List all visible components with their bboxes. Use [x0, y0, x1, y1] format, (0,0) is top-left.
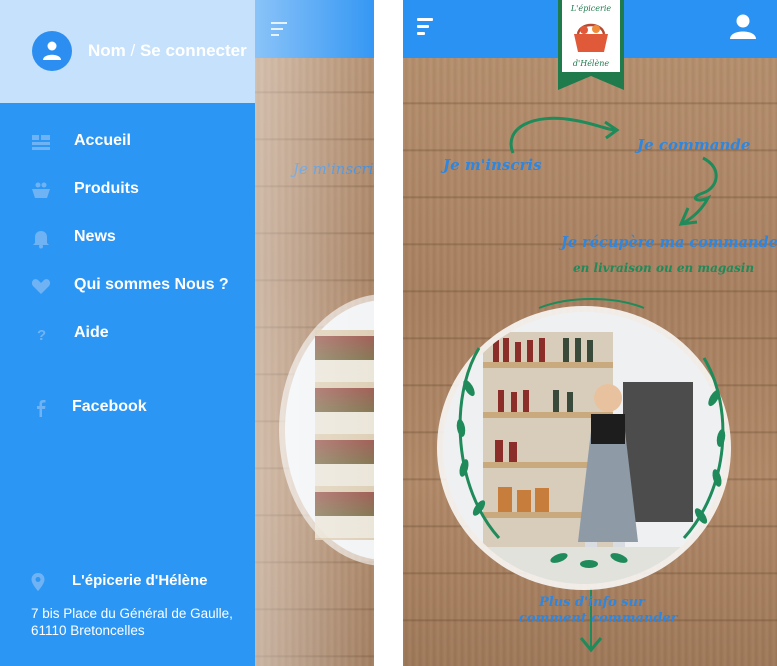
logo-text-bottom: d'Hélène — [573, 59, 609, 68]
drawer-item-produits[interactable]: Produits — [0, 175, 255, 205]
basket-icon — [32, 182, 50, 198]
svg-text:?: ? — [37, 327, 46, 344]
drawer-item-label: Qui sommes Nous ? — [74, 276, 229, 293]
home-background: Je m'inscris Je commande Je récupère ma … — [403, 58, 777, 666]
login-action: Se connecter — [139, 41, 247, 60]
scrim-overlay — [255, 0, 374, 666]
login-link[interactable]: Nom / Se connecter — [88, 41, 247, 61]
menu-button[interactable] — [417, 18, 439, 40]
store-address: 7 bis Place du Général de Gaulle, 61110 … — [31, 605, 233, 639]
account-icon[interactable] — [729, 12, 757, 40]
home-background-behind-drawer: Je m'inscris — [255, 0, 374, 666]
phone-screen-home: Je m'inscris Je commande Je récupère ma … — [403, 0, 777, 666]
drawer-item-label: Facebook — [72, 398, 147, 415]
dashboard-icon — [32, 135, 50, 150]
info-link-line1[interactable]: Plus d'info sur — [539, 595, 645, 610]
heart-hands-icon — [31, 279, 51, 294]
bell-icon — [33, 231, 49, 249]
phone-screen-drawer: Je m'inscris Nom / Se connecter Accueil — [0, 0, 374, 666]
info-link-line2[interactable]: comment commander — [519, 611, 678, 626]
store-name: L'épicerie d'Hélène — [72, 572, 208, 589]
drawer-item-label: Accueil — [74, 132, 131, 149]
login-name: Nom — [88, 41, 126, 60]
step-inscription[interactable]: Je m'inscris — [443, 156, 542, 174]
logo-text-top: L'épicerie — [570, 4, 612, 13]
login-separator: / — [125, 41, 140, 60]
facebook-icon — [37, 400, 46, 417]
drawer-item-qui-sommes-nous[interactable]: Qui sommes Nous ? — [0, 271, 255, 301]
drawer-item-label: News — [74, 228, 116, 245]
drawer-item-label: Aide — [74, 324, 109, 341]
step-recuperation-sub: en livraison ou en magasin — [573, 261, 755, 275]
drawer-item-label: Produits — [74, 180, 139, 197]
navigation-drawer: Nom / Se connecter Accueil Produits News — [0, 0, 255, 666]
question-icon: ? — [37, 327, 46, 344]
store-logo[interactable]: L'épicerie d'Hélène — [558, 0, 624, 90]
step-commande[interactable]: Je commande — [637, 136, 750, 154]
user-icon — [43, 41, 61, 60]
step-recuperation[interactable]: Je récupère ma commande — [561, 234, 777, 251]
leaf-wreath-decoration — [456, 298, 726, 568]
store-address-line2: 61110 Bretoncelles — [31, 623, 145, 638]
avatar[interactable] — [32, 31, 72, 71]
drawer-item-facebook[interactable]: Facebook — [0, 393, 255, 423]
store-address-line1: 7 bis Place du Général de Gaulle, — [31, 606, 233, 621]
location-pin-icon — [31, 573, 45, 591]
drawer-item-accueil[interactable]: Accueil — [0, 127, 255, 157]
drawer-item-news[interactable]: News — [0, 223, 255, 253]
drawer-header[interactable]: Nom / Se connecter — [0, 0, 255, 103]
drawer-item-aide[interactable]: ? Aide — [0, 319, 255, 349]
